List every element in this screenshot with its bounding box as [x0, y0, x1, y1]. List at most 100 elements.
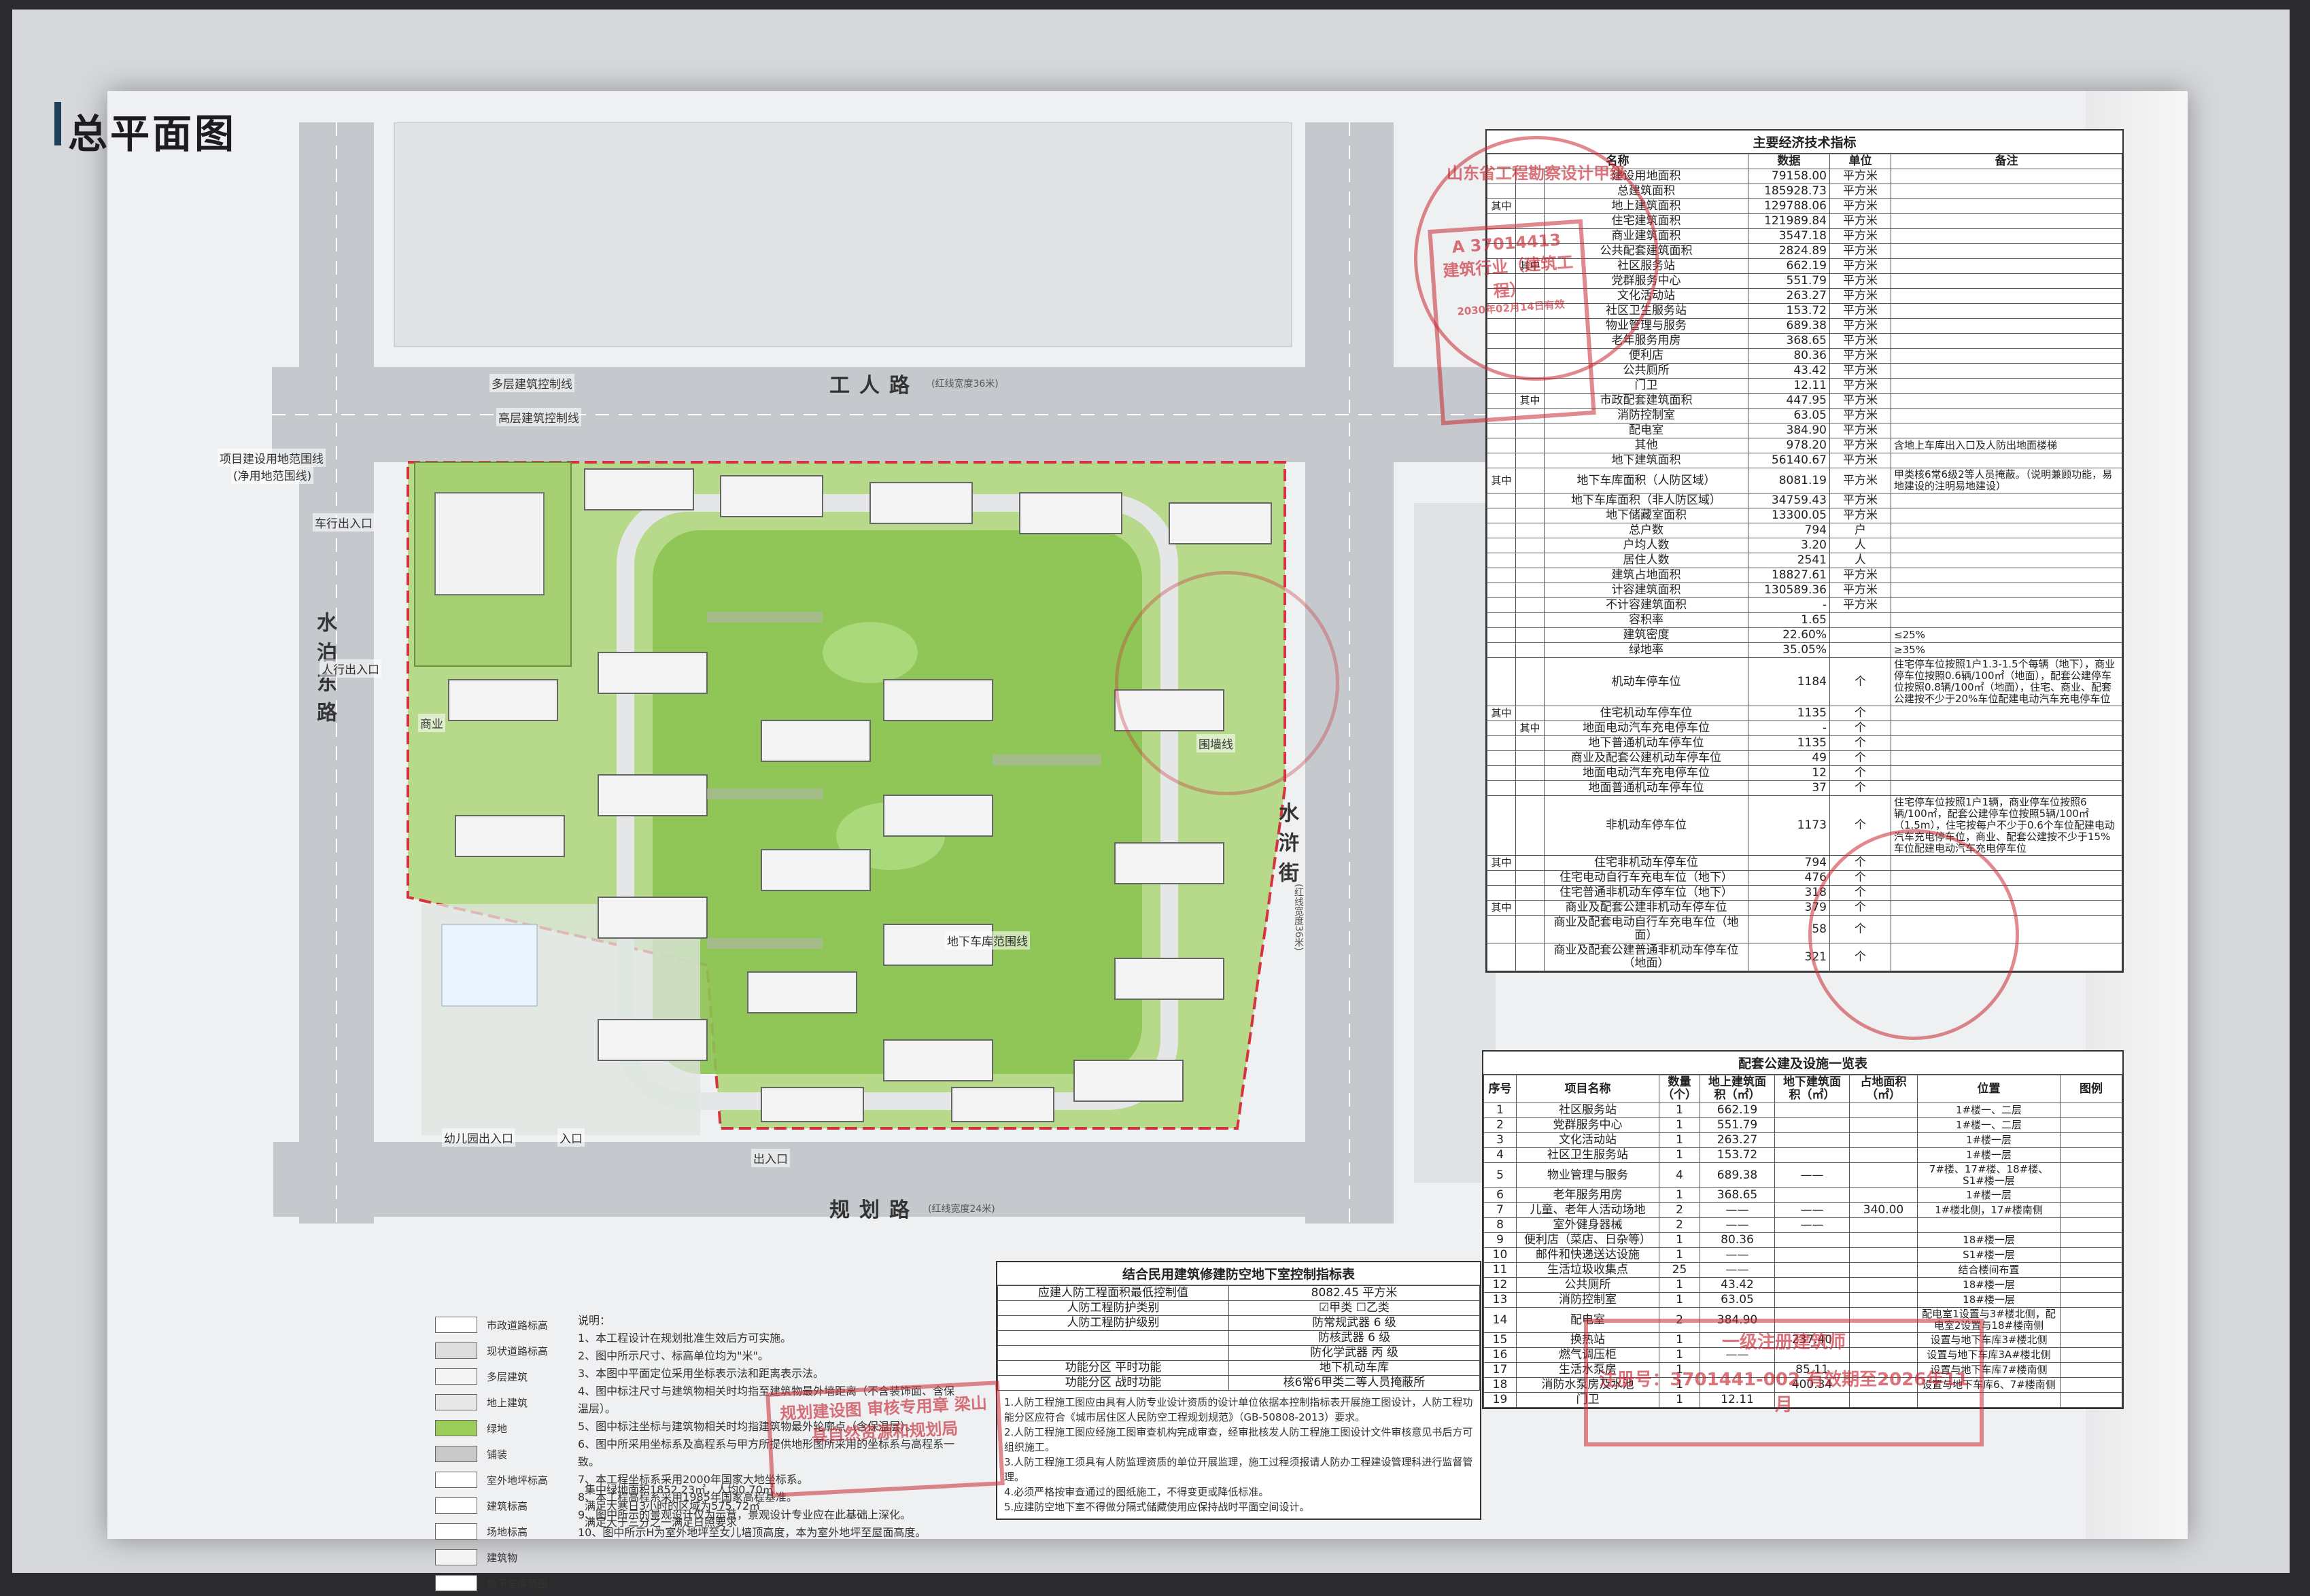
main-value-cell: 1173 [1748, 795, 1830, 856]
main-group1-cell [1487, 423, 1516, 438]
main-group2-cell [1515, 453, 1545, 468]
note-commercial: 商业 [418, 714, 445, 732]
main-value-cell: 263.27 [1748, 288, 1830, 304]
main-note-cell [1891, 453, 2122, 468]
main-table-row: 户均人数 3.20 人 [1487, 538, 2122, 553]
legend: 市政道路标高 现状道路标高 多层建筑 地上建筑 绿地 铺装 室外地坪标高 建筑标高 场地标高 建筑… [435, 1312, 598, 1596]
main-note-cell [1891, 258, 2122, 274]
main-unit-cell: 人 [1829, 538, 1891, 553]
main-unit-cell: 平方米 [1829, 213, 1891, 229]
main-value-cell: 63.05 [1748, 408, 1830, 423]
facility-table-title: 配套公建及设施一览表 [1483, 1052, 2122, 1075]
main-table-row: 其中 地面电动汽车充电停车位 - 个 [1487, 721, 2122, 736]
main-unit-cell [1829, 627, 1891, 643]
note-boundary: 项目建设用地范围线 [218, 449, 326, 467]
facility-cell [2060, 1247, 2122, 1263]
facility-table-row: 1 社区服务站 1 662.19 1#楼一、二层 [1483, 1103, 2122, 1118]
main-unit-cell: 平方米 [1829, 468, 1891, 493]
facility-cell: —— [1700, 1247, 1775, 1263]
main-unit-cell: 平方米 [1829, 348, 1891, 364]
main-group1-cell [1487, 597, 1516, 613]
main-name-cell: 居住人数 [1544, 553, 1748, 568]
note-pedestrian-entry: 人行出入口 [320, 659, 381, 678]
main-group2-cell: 其中 [1515, 721, 1545, 736]
main-note-cell [1891, 318, 2122, 334]
main-unit-cell: 平方米 [1829, 438, 1891, 453]
civil-defense-table: 结合民用建筑修建防空地下室控制指标表 应建人防工程面积最低控制值 8082.45 … [996, 1261, 1481, 1520]
main-note-cell [1891, 583, 2122, 598]
facility-cell: 7 [1483, 1202, 1517, 1218]
main-group1-cell: 其中 [1487, 706, 1516, 721]
green-note-item: 满足大于三分之一满足日照要求 [585, 1516, 738, 1529]
main-table-row: 其他 978.20 平方米 含地上车库出入口及人防出地面楼梯 [1487, 438, 2122, 453]
title-bar [54, 102, 61, 145]
main-table-row: 建筑占地面积 18827.61 平方米 [1487, 568, 2122, 583]
facility-cell: 14 [1483, 1307, 1517, 1333]
green-note-item: 满足大寒日3小时的区域为575.72㎡ [585, 1499, 761, 1512]
main-header-value: 数据 [1748, 154, 1830, 169]
main-group2-cell [1515, 900, 1545, 916]
facility-cell: 结合楼间布置 [1917, 1262, 2061, 1278]
facility-cell: 1 [1659, 1232, 1700, 1248]
facility-cell: 1#楼一、二层 [1917, 1103, 2061, 1118]
main-unit-cell: 平方米 [1829, 493, 1891, 508]
facility-header: 位置 [1917, 1075, 2061, 1103]
facility-header: 项目名称 [1516, 1075, 1659, 1103]
main-value-cell: 3.20 [1748, 538, 1830, 553]
main-group2-cell [1515, 597, 1545, 613]
facility-cell: —— [1774, 1162, 1850, 1188]
main-value-cell: 12.11 [1748, 378, 1830, 394]
legend-swatch [435, 1394, 477, 1410]
facility-cell: 1 [1659, 1147, 1700, 1163]
civil-defense-row: 应建人防工程面积最低控制值 8082.45 平方米 [997, 1285, 1480, 1301]
main-value-cell: 130589.36 [1748, 583, 1830, 598]
main-note-cell [1891, 213, 2122, 229]
main-note-cell [1891, 612, 2122, 628]
facility-cell: 689.38 [1700, 1162, 1775, 1188]
main-group2-cell [1515, 765, 1545, 781]
legend-label: 室外地坪标高 [487, 1474, 549, 1487]
legend-item: 室外地坪标高 [435, 1467, 598, 1493]
main-note-cell [1891, 508, 2122, 523]
main-name-cell: 地面电动汽车充电停车位 [1544, 721, 1748, 736]
note-vehicle-entry: 车行出入口 [313, 513, 375, 532]
main-group1-cell [1487, 750, 1516, 766]
main-note-cell [1891, 363, 2122, 379]
civil-defense-label [997, 1345, 1229, 1361]
legend-swatch [435, 1523, 477, 1540]
main-note-cell [1891, 493, 2122, 508]
legend-label: 多层建筑 [487, 1370, 528, 1383]
main-value-cell: 476 [1748, 870, 1830, 886]
facility-cell: 5 [1483, 1162, 1517, 1188]
facility-cell: 物业管理与服务 [1516, 1162, 1659, 1188]
legend-item: 绿地 [435, 1415, 598, 1441]
facility-table-row: 5 物业管理与服务 4 689.38 —— 7#楼、17#楼、18#楼、S1#楼一层 [1483, 1162, 2122, 1188]
facility-table-row: 13 消防控制室 1 63.05 18#楼一层 [1483, 1292, 2122, 1308]
facility-header: 地上建筑面积（㎡） [1700, 1075, 1775, 1103]
main-name-cell: 地下车库面积（人防区域） [1544, 468, 1748, 493]
facility-cell: 1 [1659, 1103, 1700, 1118]
main-unit-cell: 个 [1829, 765, 1891, 781]
facility-cell [2060, 1162, 2122, 1188]
main-group1-cell [1487, 765, 1516, 781]
main-value-cell: 79158.00 [1748, 169, 1830, 184]
facility-cell: 11 [1483, 1262, 1517, 1278]
main-table-row: 地面普通机动车停车位 37 个 [1487, 780, 2122, 796]
main-name-cell: 住宅电动自行车充电车位（地下） [1544, 870, 1748, 886]
main-group1-cell [1487, 553, 1516, 568]
main-table-row: 其中 商业及配套公建非机动车停车位 379 个 [1487, 900, 2122, 916]
main-table-row: 地下普通机动车停车位 1135 个 [1487, 735, 2122, 751]
note-multi-storey-line: 多层建筑控制线 [489, 374, 574, 392]
facility-cell [1849, 1162, 1918, 1188]
civil-defense-row: 防核武器 6 级 [997, 1330, 1480, 1346]
main-table-row: 不计容建筑面积 - 平方米 [1487, 597, 2122, 613]
main-group1-cell [1487, 612, 1516, 628]
main-note-cell [1891, 538, 2122, 553]
facility-table-row: 11 生活垃圾收集点 25 —— 结合楼间布置 [1483, 1262, 2122, 1278]
main-unit-cell: 个 [1829, 721, 1891, 736]
main-value-cell: 153.72 [1748, 303, 1830, 319]
design-notes-heading: 说明： [578, 1314, 611, 1327]
facility-cell: 2 [1659, 1202, 1700, 1218]
facility-cell: 16 [1483, 1347, 1517, 1363]
main-table-row: 商业及配套公建机动车停车位 49 个 [1487, 750, 2122, 766]
